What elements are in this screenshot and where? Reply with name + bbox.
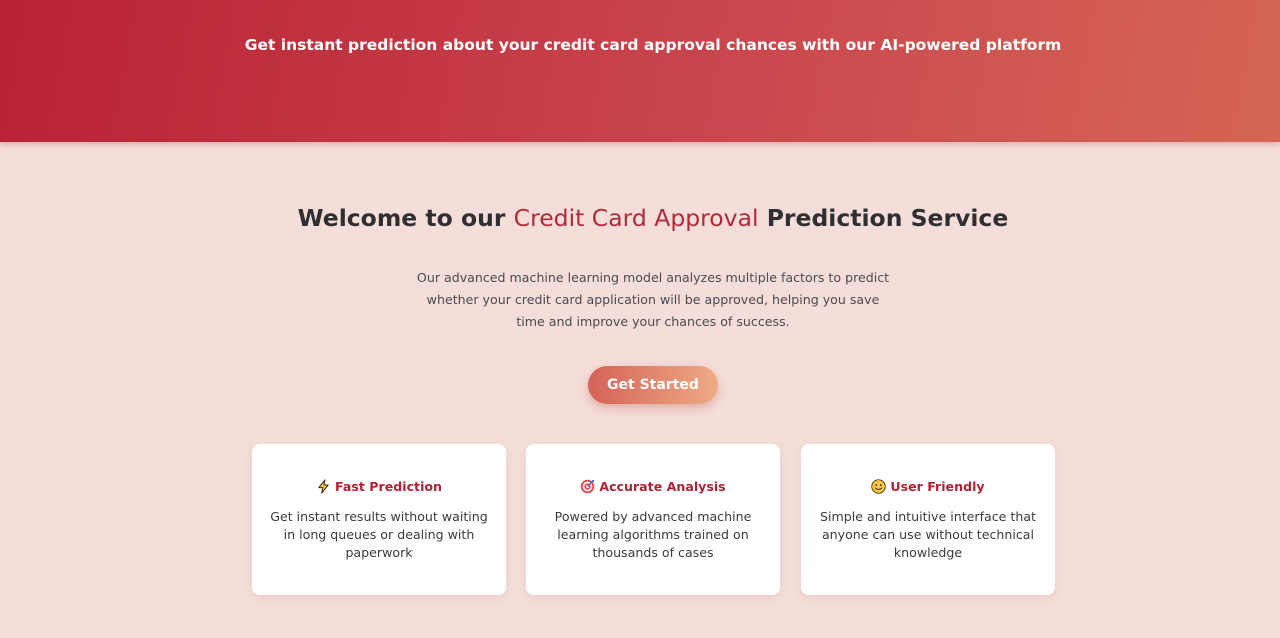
hero-tagline: Get instant prediction about your credit… bbox=[244, 36, 1062, 54]
target-icon bbox=[581, 479, 595, 494]
smiley-icon bbox=[871, 479, 887, 494]
feature-card-fast-prediction: Fast Prediction Get instant results with… bbox=[252, 444, 506, 595]
feature-text: Simple and intuitive interface that anyo… bbox=[820, 509, 1036, 560]
welcome-title: Welcome to our Credit Card Approval Pred… bbox=[0, 204, 1280, 232]
feature-title: Accurate Analysis bbox=[599, 479, 726, 494]
feature-card-heading: Fast Prediction bbox=[252, 479, 506, 494]
feature-card-heading: User Friendly bbox=[801, 479, 1055, 494]
feature-text: Powered by advanced machine learning alg… bbox=[554, 509, 752, 560]
feature-card-heading: Accurate Analysis bbox=[526, 479, 780, 494]
feature-title: User Friendly bbox=[890, 479, 985, 494]
get-started-button[interactable]: Get Started bbox=[588, 366, 718, 404]
intro-description: Our advanced machine learning model anal… bbox=[416, 270, 890, 329]
feature-card-accurate-analysis: Accurate Analysis Powered by advanced ma… bbox=[526, 444, 780, 595]
lightning-icon bbox=[318, 479, 329, 494]
feature-text: Get instant results without waiting in l… bbox=[270, 509, 488, 560]
title-prefix: Welcome to our bbox=[297, 204, 506, 232]
feature-card-user-friendly: User Friendly Simple and intuitive inter… bbox=[801, 444, 1055, 595]
feature-title: Fast Prediction bbox=[335, 479, 442, 494]
title-suffix: Prediction Service bbox=[766, 204, 1009, 232]
title-highlight: Credit Card Approval bbox=[513, 204, 759, 232]
hero-banner: Get instant prediction about your credit… bbox=[0, 0, 1280, 142]
